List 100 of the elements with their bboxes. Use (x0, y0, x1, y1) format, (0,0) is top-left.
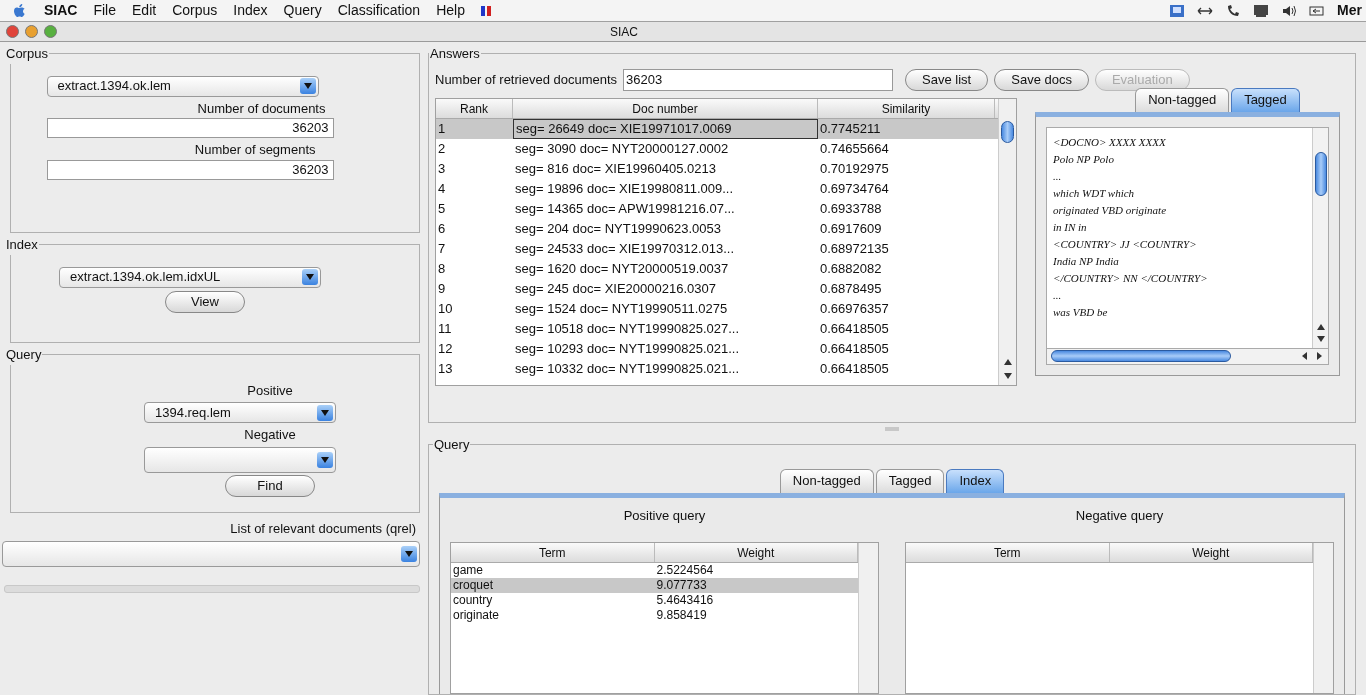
table-cell-text: 0.66418505 (819, 319, 890, 338)
table-cell-text: 0.6933788 (819, 199, 883, 218)
scroll-up-icon[interactable] (1003, 358, 1012, 367)
text-line: Polo NP Polo (1053, 151, 1115, 167)
text-line: ... (1053, 168, 1063, 184)
close-button[interactable] (6, 25, 19, 38)
table-cell-text: 0.7745211 (819, 119, 882, 138)
display-icon[interactable] (1253, 2, 1270, 19)
button[interactable]: Save docs (994, 68, 1089, 91)
scroll-down-icon[interactable] (1003, 372, 1012, 381)
table-cell: seg= 26649 doc= XIE19971017.0069 (513, 118, 818, 139)
scrollbar[interactable] (1312, 127, 1328, 348)
table-cell-text: 9 (437, 279, 447, 298)
group-title: Index (5, 236, 39, 254)
table-cell-text: 11 (437, 319, 453, 338)
group-title: Query (5, 346, 43, 364)
button[interactable]: Save list (905, 68, 989, 91)
column-header[interactable]: Rank (436, 98, 513, 118)
menu-item[interactable]: Index (233, 0, 268, 21)
table-cell-text: seg= 1620 doc= NYT20000519.0037 (514, 259, 730, 278)
text-line: </COUNTRY> NN </COUNTRY> (1053, 270, 1209, 286)
phone-icon[interactable] (1225, 2, 1242, 19)
app-menu[interactable]: SIAC (44, 0, 78, 21)
scroll-thumb[interactable] (1001, 120, 1014, 143)
text-line: <COUNTRY> JJ <COUNTRY> (1053, 236, 1198, 252)
number-field: 36203 (46, 118, 334, 138)
field-label: List of relevant documents (qrel) (230, 520, 416, 538)
table-cell-text: seg= 19896 doc= XIE19980811.009... (514, 179, 735, 198)
button[interactable]: Find (225, 474, 315, 497)
table-cell-text: 3 (437, 159, 447, 178)
table-cell-text: 0.66976357 (819, 299, 890, 318)
scroll-thumb[interactable] (1314, 151, 1327, 196)
group-title: Answers (429, 45, 481, 63)
tab[interactable]: Tagged (1231, 87, 1300, 112)
table-cell-text: 0.6878495 (819, 279, 883, 298)
menu-item[interactable]: Corpus (172, 0, 218, 21)
column-header[interactable]: Term (906, 542, 1110, 562)
column-header[interactable]: Similarity (818, 98, 995, 118)
menu-item[interactable]: Classification (337, 0, 421, 21)
section-title: Negative query (1075, 506, 1164, 525)
tab[interactable]: Index (946, 468, 1005, 493)
field-label: Positive (247, 381, 293, 400)
scrollbar[interactable] (1313, 542, 1333, 693)
field-label: Number of documents (197, 99, 326, 118)
table-cell-text: seg= 204 doc= NYT19990623.0053 (514, 219, 722, 238)
table-cell-text: 5 (437, 199, 447, 218)
zoom-button[interactable] (44, 25, 57, 38)
table-cell-text: 0.69734764 (819, 179, 890, 198)
minimize-button[interactable] (25, 25, 38, 38)
text-line: in IN in (1053, 219, 1088, 235)
table-cell-text: 0.68972135 (819, 239, 890, 258)
button[interactable]: View (165, 290, 245, 313)
dropdown[interactable] (2, 540, 420, 567)
scroll-thumb[interactable] (1051, 350, 1231, 362)
dropdown[interactable] (144, 446, 336, 473)
table-cell-text: 0.6917609 (819, 219, 883, 238)
table-cell-text: 9.858419 (655, 607, 708, 623)
count-field[interactable]: 36203 (623, 68, 894, 91)
table-cell-text: 0.74655664 (819, 139, 890, 158)
dropdown[interactable]: extract.1394.ok.lem.idxUL (59, 266, 321, 288)
menu-item[interactable]: Mer (1337, 0, 1362, 21)
table-cell-text: 10 (437, 299, 454, 318)
menu-item[interactable]: File (93, 0, 116, 21)
table-cell-text: 6 (437, 219, 447, 238)
table-cell-text: seg= 245 doc= XIE20000216.0307 (514, 279, 717, 298)
table-cell-text: 1 (437, 119, 447, 138)
table-cell-text: seg= 10332 doc= NYT19990825.021... (514, 359, 741, 378)
scroll-down-icon[interactable] (1316, 335, 1325, 344)
table-cell-text: seg= 816 doc= XIE19960405.0213 (514, 159, 717, 178)
table-cell-text: 8 (437, 259, 447, 278)
column-header[interactable]: Doc number (513, 98, 818, 118)
field-label: Number of retrieved documents (435, 70, 618, 89)
tab[interactable]: Non-tagged (779, 468, 874, 493)
table-cell-text: 0.66418505 (819, 339, 890, 358)
menu-item[interactable]: Edit (132, 0, 157, 21)
tab[interactable]: Tagged (875, 468, 945, 493)
table-cell-text: game (452, 562, 485, 578)
table-cell-text: 12 (437, 339, 454, 358)
scroll-up-icon[interactable] (1316, 323, 1325, 332)
scrollbar[interactable] (998, 98, 1016, 385)
menu-item[interactable]: Help (436, 0, 465, 21)
text-line: India NP India (1053, 253, 1120, 269)
table-cell-text: 2 (437, 139, 447, 158)
scroll-arrows-icon[interactable] (1302, 352, 1322, 360)
table-cell-text: 0.70192975 (819, 159, 890, 178)
table-cell-text: seg= 24533 doc= XIE19970312.013... (514, 239, 736, 258)
table-cell-text: 2.5224564 (655, 562, 715, 578)
column-header[interactable]: Term (451, 542, 655, 562)
table-cell-text: seg= 10293 doc= NYT19990825.021... (514, 339, 741, 358)
table-cell-text: seg= 10518 doc= NYT19990825.027... (514, 319, 741, 338)
dropdown[interactable]: 1394.req.lem (144, 402, 336, 423)
scrollbar[interactable] (858, 542, 878, 693)
splitter-handle[interactable] (885, 427, 899, 431)
table-cell-text: 4 (437, 179, 447, 198)
menu-item[interactable]: Query (283, 0, 322, 21)
tab[interactable]: Non-tagged (1135, 87, 1230, 112)
table-cell-text: seg= 14365 doc= APW19981216.07... (514, 199, 736, 218)
flag-icon[interactable] (480, 5, 491, 16)
dropdown[interactable]: extract.1394.ok.lem (46, 75, 319, 97)
table-cell-text: 13 (437, 359, 454, 378)
